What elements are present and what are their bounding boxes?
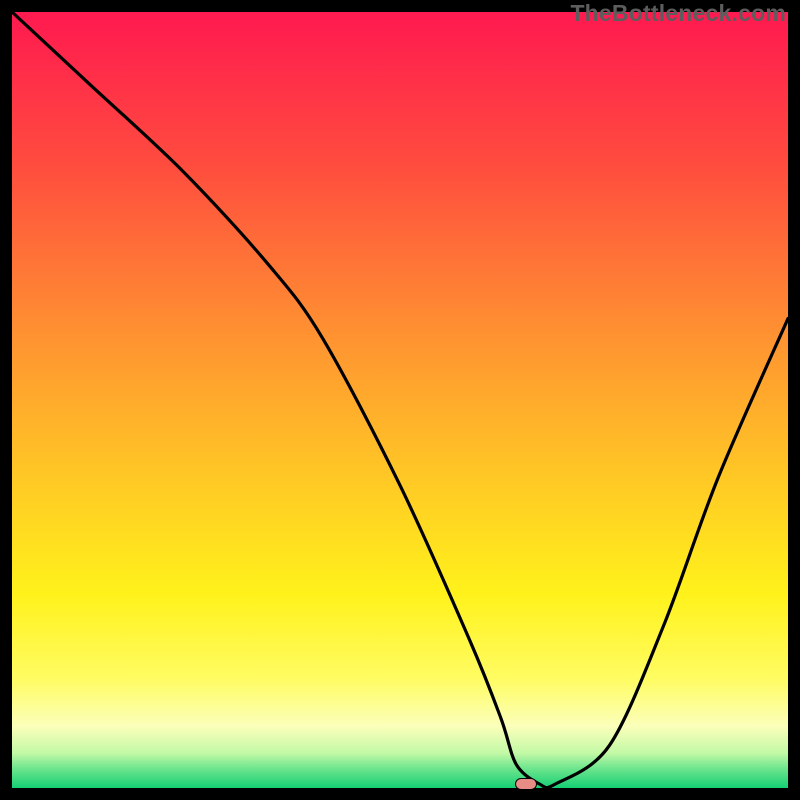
chart-svg bbox=[12, 12, 788, 788]
chart-container: TheBottleneck.com bbox=[0, 0, 800, 800]
optimal-marker bbox=[515, 778, 537, 790]
gradient-background bbox=[12, 12, 788, 788]
plot-area bbox=[12, 12, 788, 788]
watermark-label: TheBottleneck.com bbox=[570, 0, 786, 27]
